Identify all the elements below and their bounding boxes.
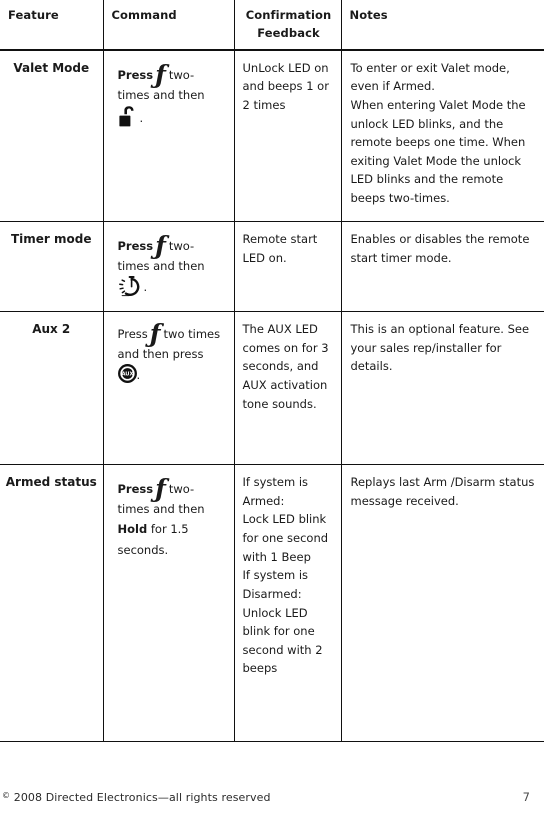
- feature-name-cell: Aux 2: [0, 311, 104, 466]
- command-cell: Pressƒ two-times and then .: [103, 221, 235, 313]
- press-label: Press: [117, 67, 154, 82]
- press-label: Press: [117, 327, 148, 342]
- confirmation-feedback-cell: Remote start LED on.: [234, 221, 342, 313]
- page-number: 7: [522, 790, 530, 804]
- manual-page: Feature Command Confirmation Feedback No…: [0, 0, 544, 816]
- notes-cell: Replays last Arm /Disarm status message …: [341, 464, 544, 743]
- column-header-confirmation-feedback: Confirmation Feedback: [234, 0, 342, 51]
- table-header-row: Feature Command Confirmation Feedback No…: [0, 0, 544, 51]
- feature-name-cell: Valet Mode: [0, 49, 104, 223]
- f-function-glyph-icon: ƒ: [149, 319, 161, 349]
- feature-command-table: Feature Command Confirmation Feedback No…: [0, 0, 544, 743]
- stopwatch-timer-icon: [118, 276, 144, 298]
- table-row: Armed status Pressƒ two-times and then Ho…: [0, 464, 544, 743]
- column-header-confirmation-line1: Confirmation: [245, 8, 332, 22]
- table-row: Valet Mode Pressƒ two-times and then . Un…: [0, 49, 544, 223]
- copyright-notice: © 2008 Directed Electronics—all rights r…: [2, 791, 271, 804]
- notes-cell: Enables or disables the remote start tim…: [341, 221, 544, 313]
- notes-cell: This is an optional feature. See your sa…: [341, 311, 544, 466]
- table-row: Aux 2 Pressƒ two times and then press AUX…: [0, 311, 544, 466]
- command-trailing-period: .: [136, 368, 141, 383]
- command-trailing-period: .: [139, 110, 144, 125]
- command-cell: Pressƒ two-times and then .: [103, 49, 235, 223]
- column-header-command: Command: [103, 0, 235, 51]
- hold-label: Hold: [117, 522, 148, 537]
- notes-cell: To enter or exit Valet mode, even if Arm…: [341, 49, 544, 223]
- command-trailing-period: .: [143, 280, 148, 295]
- f-function-glyph-icon: ƒ: [155, 474, 166, 504]
- column-header-feature: Feature: [0, 0, 104, 51]
- confirmation-feedback-cell: UnLock LED on and beeps 1 or 2 times: [234, 49, 342, 223]
- table-row: Timer mode Pressƒ two-times and then . R…: [0, 221, 544, 313]
- press-label: Press: [117, 239, 154, 254]
- copyright-symbol-icon: ©: [2, 791, 11, 800]
- page-footer: © 2008 Directed Electronics—all rights r…: [0, 790, 544, 804]
- confirmation-feedback-cell: If system is Armed: Lock LED blink for o…: [234, 464, 342, 743]
- svg-text:AUX: AUX: [121, 372, 133, 378]
- f-function-glyph-icon: ƒ: [155, 231, 166, 261]
- press-label: Press: [117, 482, 154, 497]
- feature-name-cell: Armed status: [0, 464, 104, 743]
- command-cell: Pressƒ two times and then press AUX .: [103, 311, 235, 466]
- f-function-glyph-icon: ƒ: [155, 59, 166, 89]
- copyright-text: 2008 Directed Electronics—all rights res…: [13, 791, 271, 804]
- aux-button-icon: AUX: [117, 364, 137, 384]
- column-header-notes: Notes: [341, 0, 544, 51]
- command-cell: Pressƒ two-times and then Hold for 1.5 se…: [103, 464, 235, 743]
- column-header-confirmation-line2: Feedback: [257, 25, 320, 40]
- unlock-padlock-icon: [118, 105, 140, 129]
- feature-name-cell: Timer mode: [0, 221, 104, 313]
- confirmation-feedback-cell: The AUX LED comes on for 3 seconds, and …: [234, 311, 342, 466]
- table-header: Feature Command Confirmation Feedback No…: [0, 0, 544, 51]
- table-body: Valet Mode Pressƒ two-times and then . Un…: [0, 49, 544, 743]
